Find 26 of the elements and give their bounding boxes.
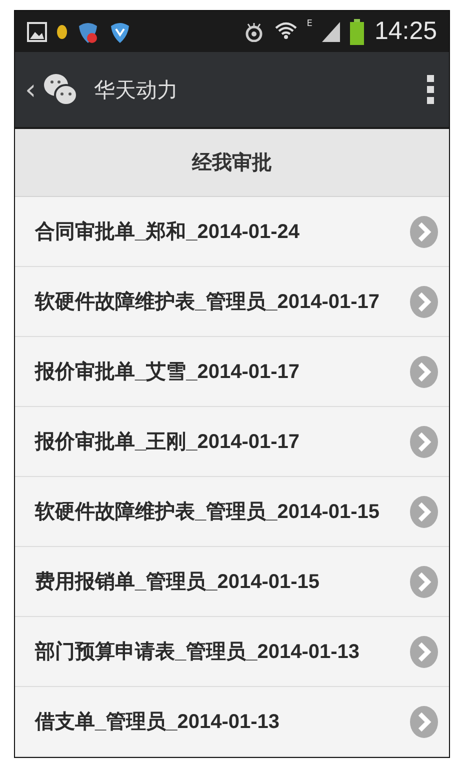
item-label: 软硬件故障维护表_管理员_2014-01-17 <box>35 290 381 316</box>
clock-time: 14:25 <box>374 17 437 46</box>
item-label: 部门预算申请表_管理员_2014-01-13 <box>35 640 361 666</box>
image-icon <box>27 22 47 42</box>
coin-icon <box>57 24 67 39</box>
chevron-icon[interactable] <box>409 564 439 599</box>
item-label: 报价审批单_艾雪_2014-01-17 <box>35 360 301 386</box>
chevron-icon[interactable] <box>409 354 439 389</box>
menu-icon[interactable] <box>427 74 435 105</box>
chevron-icon[interactable] <box>409 214 439 249</box>
item-label: 借支单_管理员_2014-01-13 <box>35 710 281 736</box>
battery-icon <box>350 18 364 45</box>
chevron-icon[interactable] <box>409 704 439 739</box>
item-label: 软硬件故障维护表_管理员_2014-01-15 <box>35 500 381 526</box>
chevron-icon[interactable] <box>409 284 439 319</box>
chevron-icon[interactable] <box>409 634 439 669</box>
signal-icon <box>322 22 340 42</box>
back-arrow[interactable]: ‹ <box>25 76 36 104</box>
app-title: 华天动力 <box>94 76 178 104</box>
item-label: 合同审批单_郑和_2014-01-24 <box>35 220 301 246</box>
section-title: 经我审批 <box>192 149 272 176</box>
item-label: 费用报销单_管理员_2014-01-15 <box>35 570 321 596</box>
chevron-icon[interactable] <box>409 424 439 459</box>
network-type: E <box>306 19 312 29</box>
chevron-icon[interactable] <box>409 494 439 529</box>
item-label: 报价审批单_王刚_2014-01-17 <box>35 430 301 456</box>
